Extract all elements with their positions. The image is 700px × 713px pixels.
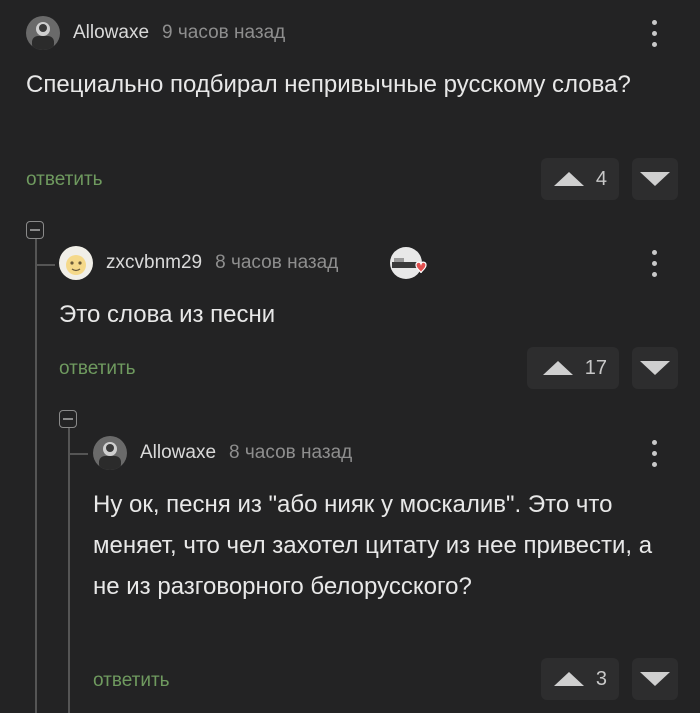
comment-time: 8 часов назад: [229, 442, 353, 463]
comment-header: Allowaxe 8 часов назад: [93, 436, 352, 470]
thread-elbow-level-1: [35, 264, 55, 266]
heart-badge-icon: [389, 246, 427, 280]
downvote-button[interactable]: [632, 347, 678, 389]
avatar[interactable]: [93, 436, 127, 470]
downvote-button[interactable]: [632, 158, 678, 200]
triangle-up-icon: [542, 361, 573, 375]
comment-author[interactable]: zxcvbnm29: [106, 252, 202, 274]
avatar[interactable]: [26, 16, 60, 50]
kebab-menu-icon[interactable]: [649, 246, 659, 280]
triangle-down-icon: [640, 361, 670, 375]
comment-text: Специально подбирал непривычные русскому…: [26, 71, 631, 98]
comments-thread: Allowaxe 9 часов назад Специально подбир…: [0, 0, 700, 713]
comment-text: Это слова из песни: [59, 301, 276, 328]
triangle-down-icon: [640, 672, 670, 686]
collapse-minus-icon[interactable]: [26, 221, 44, 239]
kebab-menu-icon[interactable]: [649, 16, 659, 50]
comment-time: 8 часов назад: [215, 252, 339, 273]
reply-button[interactable]: ответить: [26, 169, 103, 191]
upvote-button[interactable]: 4: [541, 158, 619, 200]
kebab-menu-icon[interactable]: [649, 436, 659, 470]
comment-time: 9 часов назад: [162, 22, 286, 43]
rating-count: 3: [595, 667, 607, 690]
comment-header: zxcvbnm29 8 часов назад: [59, 246, 338, 280]
comment-text: Ну ок, песня из "або нияк у москалив". Э…: [93, 491, 653, 600]
thread-line-level-2: [68, 428, 70, 713]
collapse-minus-icon[interactable]: [59, 410, 77, 428]
upvote-button[interactable]: 3: [541, 658, 619, 700]
rating-count: 17: [584, 356, 607, 379]
upvote-button[interactable]: 17: [527, 347, 619, 389]
triangle-up-icon: [553, 172, 584, 186]
thread-line-level-1: [35, 238, 37, 713]
thread-elbow-level-2: [68, 453, 88, 455]
triangle-up-icon: [553, 672, 584, 686]
downvote-button[interactable]: [632, 658, 678, 700]
reply-button[interactable]: ответить: [59, 358, 136, 380]
triangle-down-icon: [640, 172, 670, 186]
rating-count: 4: [595, 167, 607, 190]
comment-author[interactable]: Allowaxe: [140, 442, 216, 464]
comment-author[interactable]: Allowaxe: [73, 22, 149, 44]
reply-button[interactable]: ответить: [93, 670, 170, 692]
avatar[interactable]: [59, 246, 93, 280]
comment-header: Allowaxe 9 часов назад: [26, 16, 285, 50]
